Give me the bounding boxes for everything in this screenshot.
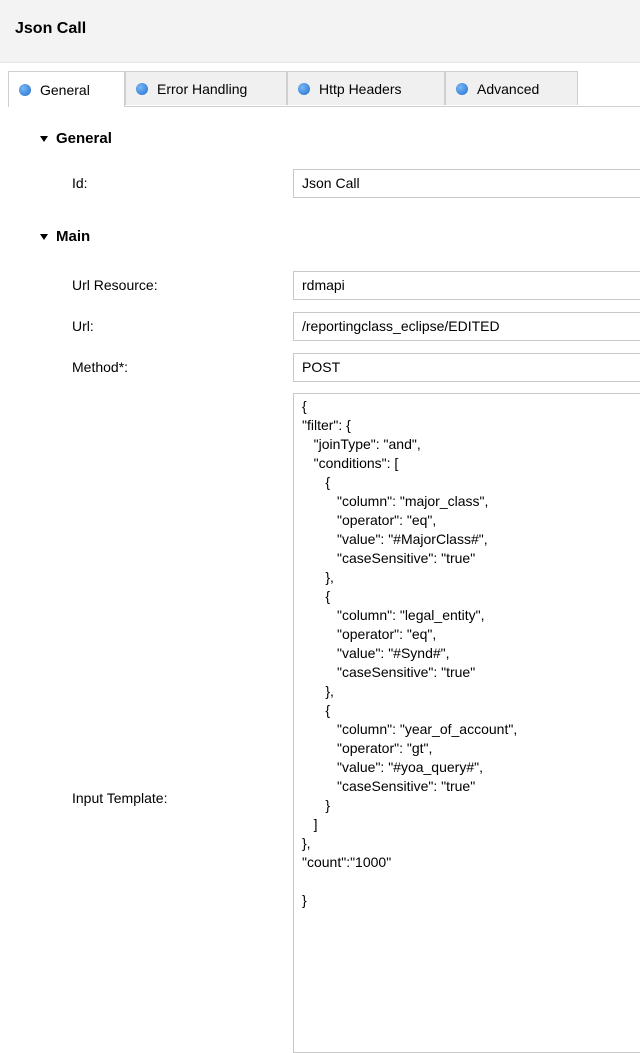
url-field[interactable]: /reportingclass_eclipse/EDITED <box>293 312 640 341</box>
tab-error-handling[interactable]: Error Handling <box>125 71 287 105</box>
id-label: Id: <box>72 175 88 191</box>
tab-label: Advanced <box>477 80 540 97</box>
page-title: Json Call <box>15 20 87 37</box>
tab-label: Error Handling <box>157 80 248 97</box>
section-general-toggle[interactable]: General <box>40 130 112 147</box>
input-template-label: Input Template: <box>72 790 168 806</box>
tab-general[interactable]: General <box>8 71 125 107</box>
method-label: Method*: <box>72 359 129 375</box>
tab-strip: General Error Handling Http Headers Adva… <box>8 71 640 107</box>
method-field[interactable]: POST <box>293 353 640 382</box>
tab-dot-icon <box>136 82 148 95</box>
url-resource-field[interactable]: rdmapi <box>293 271 640 300</box>
section-title: General <box>56 130 112 147</box>
section-title: Main <box>56 228 91 245</box>
tab-dot-icon <box>19 83 31 96</box>
input-template-text: { "filter": { "joinType": "and", "condit… <box>302 398 518 908</box>
url-label: Url: <box>72 318 94 334</box>
editor-title-bar: Json Call <box>0 0 640 63</box>
tab-label: Http Headers <box>319 80 402 97</box>
tab-dot-icon <box>298 82 310 95</box>
tab-http-headers[interactable]: Http Headers <box>287 71 445 105</box>
chevron-down-icon <box>40 233 48 240</box>
tab-label: General <box>40 81 90 98</box>
id-field[interactable]: Json Call <box>293 169 640 198</box>
chevron-down-icon <box>40 135 48 142</box>
section-main-toggle[interactable]: Main <box>40 228 90 245</box>
url-resource-label: Url Resource: <box>72 277 158 293</box>
tab-dot-icon <box>456 82 468 95</box>
tab-advanced[interactable]: Advanced <box>445 71 578 105</box>
input-template-field[interactable]: { "filter": { "joinType": "and", "condit… <box>293 393 640 1053</box>
